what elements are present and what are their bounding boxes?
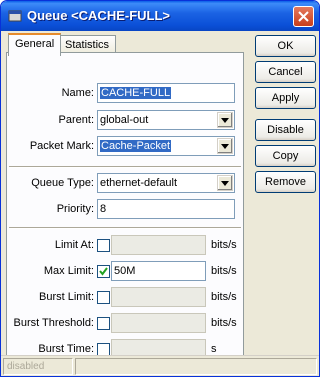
burst-threshold-field[interactable] [111,313,206,333]
burst-time-label: Burst Time: [38,343,94,355]
max-limit-unit: bits/s [211,265,237,277]
burst-threshold-unit: bits/s [211,317,237,329]
app-icon [8,10,22,22]
window-title: Queue <CACHE-FULL> [27,8,171,23]
max-limit-value: 50M [114,265,136,277]
priority-label: Priority: [56,203,94,215]
disable-button[interactable]: Disable [255,119,316,141]
section-divider [9,166,241,168]
ok-button[interactable]: OK [255,35,316,57]
burst-limit-label: Burst Limit: [38,291,94,303]
limit-at-checkbox[interactable] [97,239,110,252]
burst-threshold-label: Burst Threshold: [13,317,94,329]
parent-select[interactable]: global-out [97,110,235,130]
packet-mark-dropdown-button[interactable] [217,138,233,154]
burst-limit-checkbox[interactable] [97,291,110,304]
title-bar[interactable]: Queue <CACHE-FULL> [1,1,319,31]
packet-mark-select[interactable]: Cache-Packet [97,136,235,156]
limit-at-unit: bits/s [211,239,237,251]
close-button[interactable] [293,6,314,27]
status-text: disabled [3,358,73,375]
copy-button[interactable]: Copy [255,145,316,167]
chevron-down-icon [221,118,229,123]
queue-type-value: ethernet-default [100,177,178,189]
remove-button[interactable]: Remove [255,171,316,193]
name-value: CACHE-FULL [100,87,172,99]
queue-type-dropdown-button[interactable] [217,175,233,191]
max-limit-checkbox[interactable] [97,265,110,278]
priority-value: 8 [100,203,107,215]
status-bar: disabled [1,355,319,376]
max-limit-label: Max Limit: [43,265,94,277]
close-icon [298,11,309,22]
name-label: Name: [61,87,94,99]
packet-mark-label: Packet Mark: [29,140,94,152]
queue-type-label: Queue Type: [31,177,94,189]
queue-dialog-window: Queue <CACHE-FULL> General Statistics Na… [0,0,320,377]
max-limit-field[interactable]: 50M [111,261,206,281]
section-divider [9,227,241,229]
chevron-down-icon [221,144,229,149]
limit-at-field[interactable] [111,235,206,255]
apply-button[interactable]: Apply [255,87,316,109]
packet-mark-value: Cache-Packet [100,140,172,152]
dialog-client-area: General Statistics Name: CACHE-FULL Pare… [4,31,316,376]
general-tab-panel: Name: CACHE-FULL Parent: global-out Pack… [6,52,244,376]
parent-dropdown-button[interactable] [217,112,233,128]
cancel-button[interactable]: Cancel [255,61,316,83]
priority-field[interactable]: 8 [97,199,235,219]
queue-type-select[interactable]: ethernet-default [97,173,235,193]
burst-limit-unit: bits/s [211,291,237,303]
status-cell-empty [75,358,317,375]
chevron-down-icon [221,181,229,186]
name-field[interactable]: CACHE-FULL [97,83,235,103]
burst-threshold-checkbox[interactable] [97,317,110,330]
tab-general[interactable]: General [8,33,62,56]
limit-at-label: Limit At: [54,239,94,251]
checkmark-icon [99,267,108,276]
parent-value: global-out [100,114,149,126]
parent-label: Parent: [58,114,94,126]
burst-time-unit: s [211,343,217,355]
burst-limit-field[interactable] [111,287,206,307]
